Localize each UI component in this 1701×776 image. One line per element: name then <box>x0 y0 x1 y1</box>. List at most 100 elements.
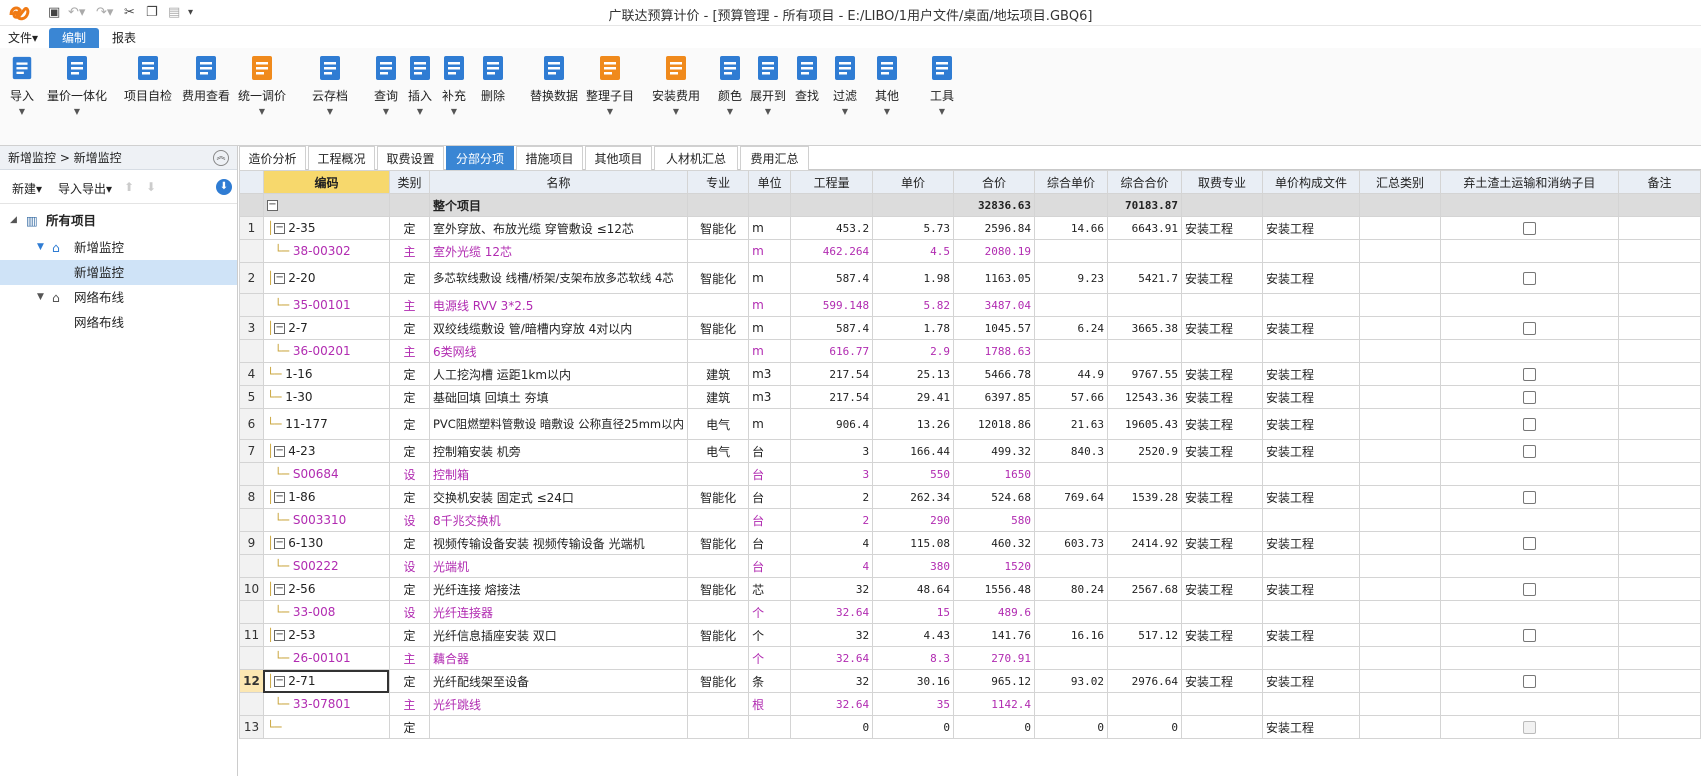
waste-transport-checkbox[interactable] <box>1522 583 1536 596</box>
unit-cell[interactable] <box>748 715 792 739</box>
price-file-cell[interactable] <box>1261 692 1360 716</box>
unit-price-cell[interactable]: 30.16 <box>872 669 955 693</box>
price-file-cell[interactable] <box>1261 646 1360 670</box>
summary-category-cell[interactable] <box>1358 362 1441 386</box>
collapse-icon[interactable]: − <box>274 223 286 234</box>
name-cell[interactable]: 光纤连接 熔接法 <box>428 577 689 601</box>
unit-cell[interactable]: 个 <box>748 600 792 624</box>
column-header[interactable]: 单价构成文件 <box>1261 170 1360 194</box>
code-cell[interactable]: │− 2-53 <box>262 623 390 647</box>
cloud-save-button[interactable]: 云存档 ▼ <box>308 52 352 144</box>
unit-cell[interactable]: 芯 <box>748 577 792 601</box>
quantity-cell[interactable]: 599.148 <box>790 293 874 317</box>
price-file-cell[interactable] <box>1261 293 1360 317</box>
summary-category-cell[interactable] <box>1358 216 1441 240</box>
fee-major-cell[interactable]: 安装工程 <box>1181 485 1263 509</box>
waste-transport-cell[interactable] <box>1439 531 1619 555</box>
collapse-arrow-icon[interactable]: ▼ <box>37 285 44 310</box>
price-file-cell[interactable]: 安装工程 <box>1261 485 1360 509</box>
quantity-cell[interactable]: 32 <box>790 577 874 601</box>
collapse-icon[interactable]: − <box>274 584 286 595</box>
waste-transport-cell[interactable] <box>1439 715 1619 739</box>
organize-button[interactable]: 整理子目 ▼ <box>584 52 636 144</box>
remark-cell[interactable] <box>1617 531 1701 555</box>
dropdown-arrow-icon[interactable]: ▼ <box>872 107 902 116</box>
name-cell[interactable]: 藕合器 <box>428 646 689 670</box>
price-file-cell[interactable] <box>1261 239 1360 263</box>
waste-transport-cell[interactable] <box>1439 692 1619 716</box>
price-file-cell[interactable] <box>1261 508 1360 532</box>
price-adjust-button[interactable]: 统一调价 ▼ <box>236 52 288 144</box>
waste-transport-cell[interactable] <box>1439 669 1619 693</box>
column-header[interactable]: 综合单价 <box>1034 170 1109 194</box>
column-header[interactable]: 合价 <box>953 170 1036 194</box>
column-header[interactable]: 专业 <box>687 170 750 194</box>
column-header[interactable]: 取费专业 <box>1181 170 1263 194</box>
unit-cell[interactable]: 条 <box>748 669 792 693</box>
dropdown-arrow-icon[interactable]: ▼ <box>10 107 34 116</box>
waste-transport-checkbox[interactable] <box>1522 391 1536 404</box>
summary-category-cell[interactable] <box>1358 531 1441 555</box>
summary-category-cell[interactable] <box>1358 554 1441 578</box>
column-header[interactable]: 单价 <box>872 170 955 194</box>
price-file-cell[interactable] <box>1261 600 1360 624</box>
waste-transport-cell[interactable] <box>1439 439 1619 463</box>
tree-item-monitoring[interactable]: ▼ ⌂ 新增监控 <box>0 235 237 260</box>
remark-cell[interactable] <box>1617 408 1701 440</box>
collapse-icon[interactable]: − <box>274 492 286 503</box>
type-cell[interactable]: 定 <box>388 439 430 463</box>
tab-3[interactable]: 分部分项 <box>446 146 514 170</box>
tree-item-all-projects[interactable]: ◢ ▥ 所有项目 <box>0 208 237 233</box>
fee-major-cell[interactable]: 安装工程 <box>1181 623 1263 647</box>
dropdown-arrow-icon[interactable]: ▼ <box>584 107 636 116</box>
price-file-cell[interactable] <box>1261 462 1360 486</box>
collapse-icon[interactable]: − <box>266 200 278 211</box>
code-cell[interactable]: │− 2-7 <box>262 316 390 340</box>
unit-cell[interactable]: 台 <box>748 531 792 555</box>
unit-cell[interactable]: m <box>748 262 792 294</box>
quantity-cell[interactable]: 616.77 <box>790 339 874 363</box>
insert-button[interactable]: 插入 ▼ <box>406 52 434 144</box>
collapse-icon[interactable]: − <box>274 538 286 549</box>
waste-transport-checkbox[interactable] <box>1522 445 1536 458</box>
major-cell[interactable] <box>687 462 750 486</box>
quantity-cell[interactable]: 453.2 <box>790 216 874 240</box>
name-cell[interactable] <box>428 715 689 739</box>
dropdown-arrow-icon[interactable]: ▼ <box>406 107 434 116</box>
menu-report[interactable]: 报表 <box>104 28 144 48</box>
column-header[interactable]: 编码 <box>262 170 390 194</box>
quantity-cell[interactable]: 3 <box>790 439 874 463</box>
price-file-cell[interactable]: 安装工程 <box>1261 408 1360 440</box>
summary-category-cell[interactable] <box>1358 262 1441 294</box>
fee-major-cell[interactable] <box>1181 339 1263 363</box>
unit-price-cell[interactable]: 13.26 <box>872 408 955 440</box>
unit-price-cell[interactable]: 1.78 <box>872 316 955 340</box>
resource-row[interactable]: └─ 35-00101 主电源线 RVV 3*2.5 m 599.148 5.82 348… <box>239 293 1701 317</box>
code-cell[interactable]: └─ S00684 <box>262 462 390 486</box>
unit-price-cell[interactable]: 0 <box>872 715 955 739</box>
code-cell[interactable]: └─ S00222 <box>262 554 390 578</box>
name-cell[interactable]: 电源线 RVV 3*2.5 <box>428 293 689 317</box>
summary-category-cell[interactable] <box>1358 600 1441 624</box>
unit-price-cell[interactable]: 15 <box>872 600 955 624</box>
dropdown-arrow-icon[interactable]: ▼ <box>648 107 704 116</box>
dropdown-arrow-icon[interactable]: ▼ <box>440 107 468 116</box>
tab-0[interactable]: 造价分析 <box>239 146 306 170</box>
total-row[interactable]: − 整个项目 32836.63 70183.87 <box>239 193 1701 217</box>
integration-button[interactable]: 量价一体化 ▼ <box>42 52 112 144</box>
waste-transport-checkbox[interactable] <box>1522 418 1536 431</box>
query-button[interactable]: 查询 ▼ <box>372 52 400 144</box>
unit-cell[interactable]: m3 <box>748 362 792 386</box>
remark-cell[interactable] <box>1617 485 1701 509</box>
unit-cell[interactable]: 根 <box>748 692 792 716</box>
quantity-cell[interactable]: 32.64 <box>790 692 874 716</box>
major-cell[interactable]: 智能化 <box>687 262 750 294</box>
major-cell[interactable] <box>687 692 750 716</box>
price-file-cell[interactable]: 安装工程 <box>1261 715 1360 739</box>
code-cell[interactable]: └─ 36-00201 <box>262 339 390 363</box>
price-file-cell[interactable]: 安装工程 <box>1261 216 1360 240</box>
type-cell[interactable]: 设 <box>388 600 430 624</box>
resource-row[interactable]: └─ 38-00302 主室外光缆 12芯 m 462.264 4.5 2080.19 <box>239 239 1701 263</box>
major-cell[interactable]: 智能化 <box>687 216 750 240</box>
code-cell[interactable]: └─ 38-00302 <box>262 239 390 263</box>
